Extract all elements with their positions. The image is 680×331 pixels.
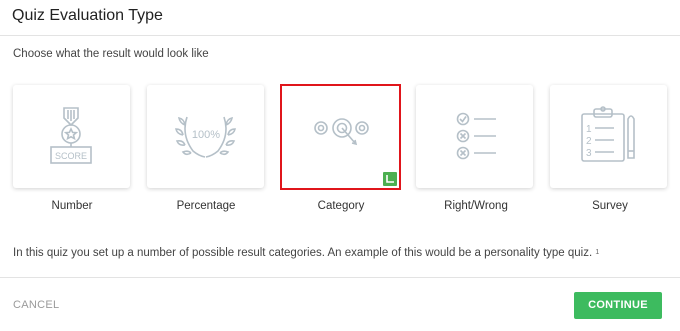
type-card-survey[interactable]: 1 2 3 bbox=[550, 85, 667, 188]
type-description: In this quiz you set up a number of poss… bbox=[13, 247, 599, 259]
svg-text:3: 3 bbox=[586, 148, 592, 159]
dialog-title: Quiz Evaluation Type bbox=[12, 7, 163, 24]
laurel-percent-icon: 100% bbox=[175, 116, 236, 158]
selected-check-icon bbox=[383, 172, 397, 186]
type-card-category[interactable] bbox=[280, 84, 401, 190]
dialog-subtitle: Choose what the result would look like bbox=[13, 48, 209, 60]
type-label-number: Number bbox=[51, 200, 93, 212]
svg-text:100%: 100% bbox=[192, 129, 220, 141]
cancel-button[interactable]: CANCEL bbox=[13, 299, 59, 311]
svg-text:2: 2 bbox=[586, 136, 592, 147]
svg-text:1: 1 bbox=[586, 124, 592, 135]
svg-text:SCORE: SCORE bbox=[55, 151, 87, 161]
type-label-right-wrong: Right/Wrong bbox=[444, 200, 508, 212]
type-label-category: Category bbox=[317, 200, 365, 212]
type-card-percentage[interactable]: 100% bbox=[147, 85, 264, 188]
continue-button[interactable]: CONTINUE bbox=[574, 292, 662, 319]
type-card-number[interactable]: SCORE bbox=[13, 85, 130, 188]
target-arrow-icon bbox=[314, 118, 369, 146]
footnote-fraction: 1 bbox=[595, 249, 600, 256]
clipboard-survey-icon: 1 2 3 bbox=[581, 106, 635, 162]
score-medal-icon: SCORE bbox=[50, 107, 92, 164]
dialog-header: Quiz Evaluation Type bbox=[0, 0, 680, 36]
type-label-survey: Survey bbox=[592, 200, 628, 212]
type-card-right-wrong[interactable] bbox=[416, 85, 533, 188]
type-description-text: In this quiz you set up a number of poss… bbox=[13, 247, 593, 259]
checklist-icon bbox=[456, 112, 496, 160]
type-label-percentage: Percentage bbox=[176, 200, 236, 212]
